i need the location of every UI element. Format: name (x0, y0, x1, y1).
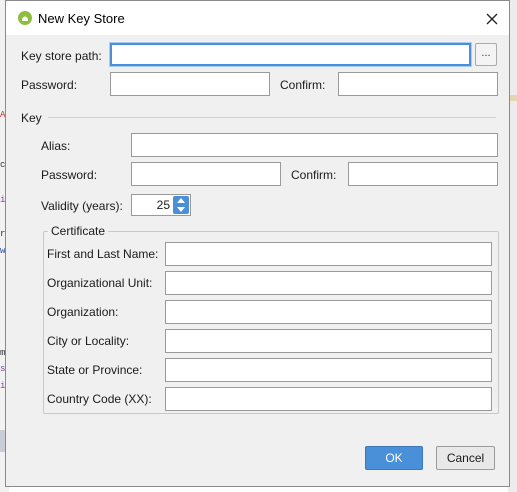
alias-label: Alias: (41, 139, 71, 153)
country-code-input[interactable] (165, 387, 492, 411)
alias-input[interactable] (131, 133, 498, 157)
key-confirm-input[interactable] (348, 162, 498, 186)
key-password-label: Password: (41, 168, 98, 182)
close-icon (486, 13, 498, 25)
dialog-title: New Key Store (38, 11, 125, 26)
chevron-down-icon (177, 207, 185, 212)
cancel-button[interactable]: Cancel (436, 446, 495, 470)
state-province-label: State or Province: (47, 363, 143, 377)
organizational-unit-input[interactable] (165, 271, 492, 295)
city-locality-label: City or Locality: (47, 334, 130, 348)
key-confirm-label: Confirm: (291, 168, 337, 182)
city-locality-input[interactable] (165, 329, 492, 353)
key-section-label: Key (21, 111, 42, 125)
spinner-down-button[interactable] (173, 205, 189, 214)
validity-value[interactable]: 25 (132, 195, 170, 215)
keystore-confirm-label: Confirm: (280, 78, 326, 92)
organization-input[interactable] (165, 300, 492, 324)
key-store-path-input[interactable] (110, 43, 471, 66)
keystore-password-input[interactable] (110, 72, 270, 96)
validity-label: Validity (years): (41, 199, 123, 213)
country-code-label: Country Code (XX): (47, 392, 152, 406)
first-last-name-input[interactable] (165, 242, 492, 266)
certificate-legend: Certificate (48, 224, 109, 238)
spinner-up-button[interactable] (173, 196, 189, 205)
organizational-unit-label: Organizational Unit: (47, 276, 153, 290)
key-store-path-label: Key store path: (21, 49, 102, 63)
state-province-input[interactable] (165, 358, 492, 382)
android-icon (18, 11, 32, 25)
browse-button[interactable]: ... (475, 43, 497, 66)
validity-spinner[interactable]: 25 (131, 194, 191, 216)
title-bar: New Key Store (6, 1, 509, 35)
organization-label: Organization: (47, 305, 119, 319)
keystore-confirm-input[interactable] (338, 72, 498, 96)
key-section-divider (48, 117, 496, 118)
key-password-input[interactable] (131, 162, 281, 186)
chevron-up-icon (177, 198, 185, 203)
validity-spinner-buttons (173, 196, 189, 214)
close-button[interactable] (482, 9, 502, 29)
keystore-password-label: Password: (21, 78, 78, 92)
ok-button[interactable]: OK (365, 446, 423, 470)
new-key-store-dialog: New Key Store Key store path: ... Passwo… (5, 0, 510, 487)
first-last-name-label: First and Last Name: (47, 247, 159, 261)
